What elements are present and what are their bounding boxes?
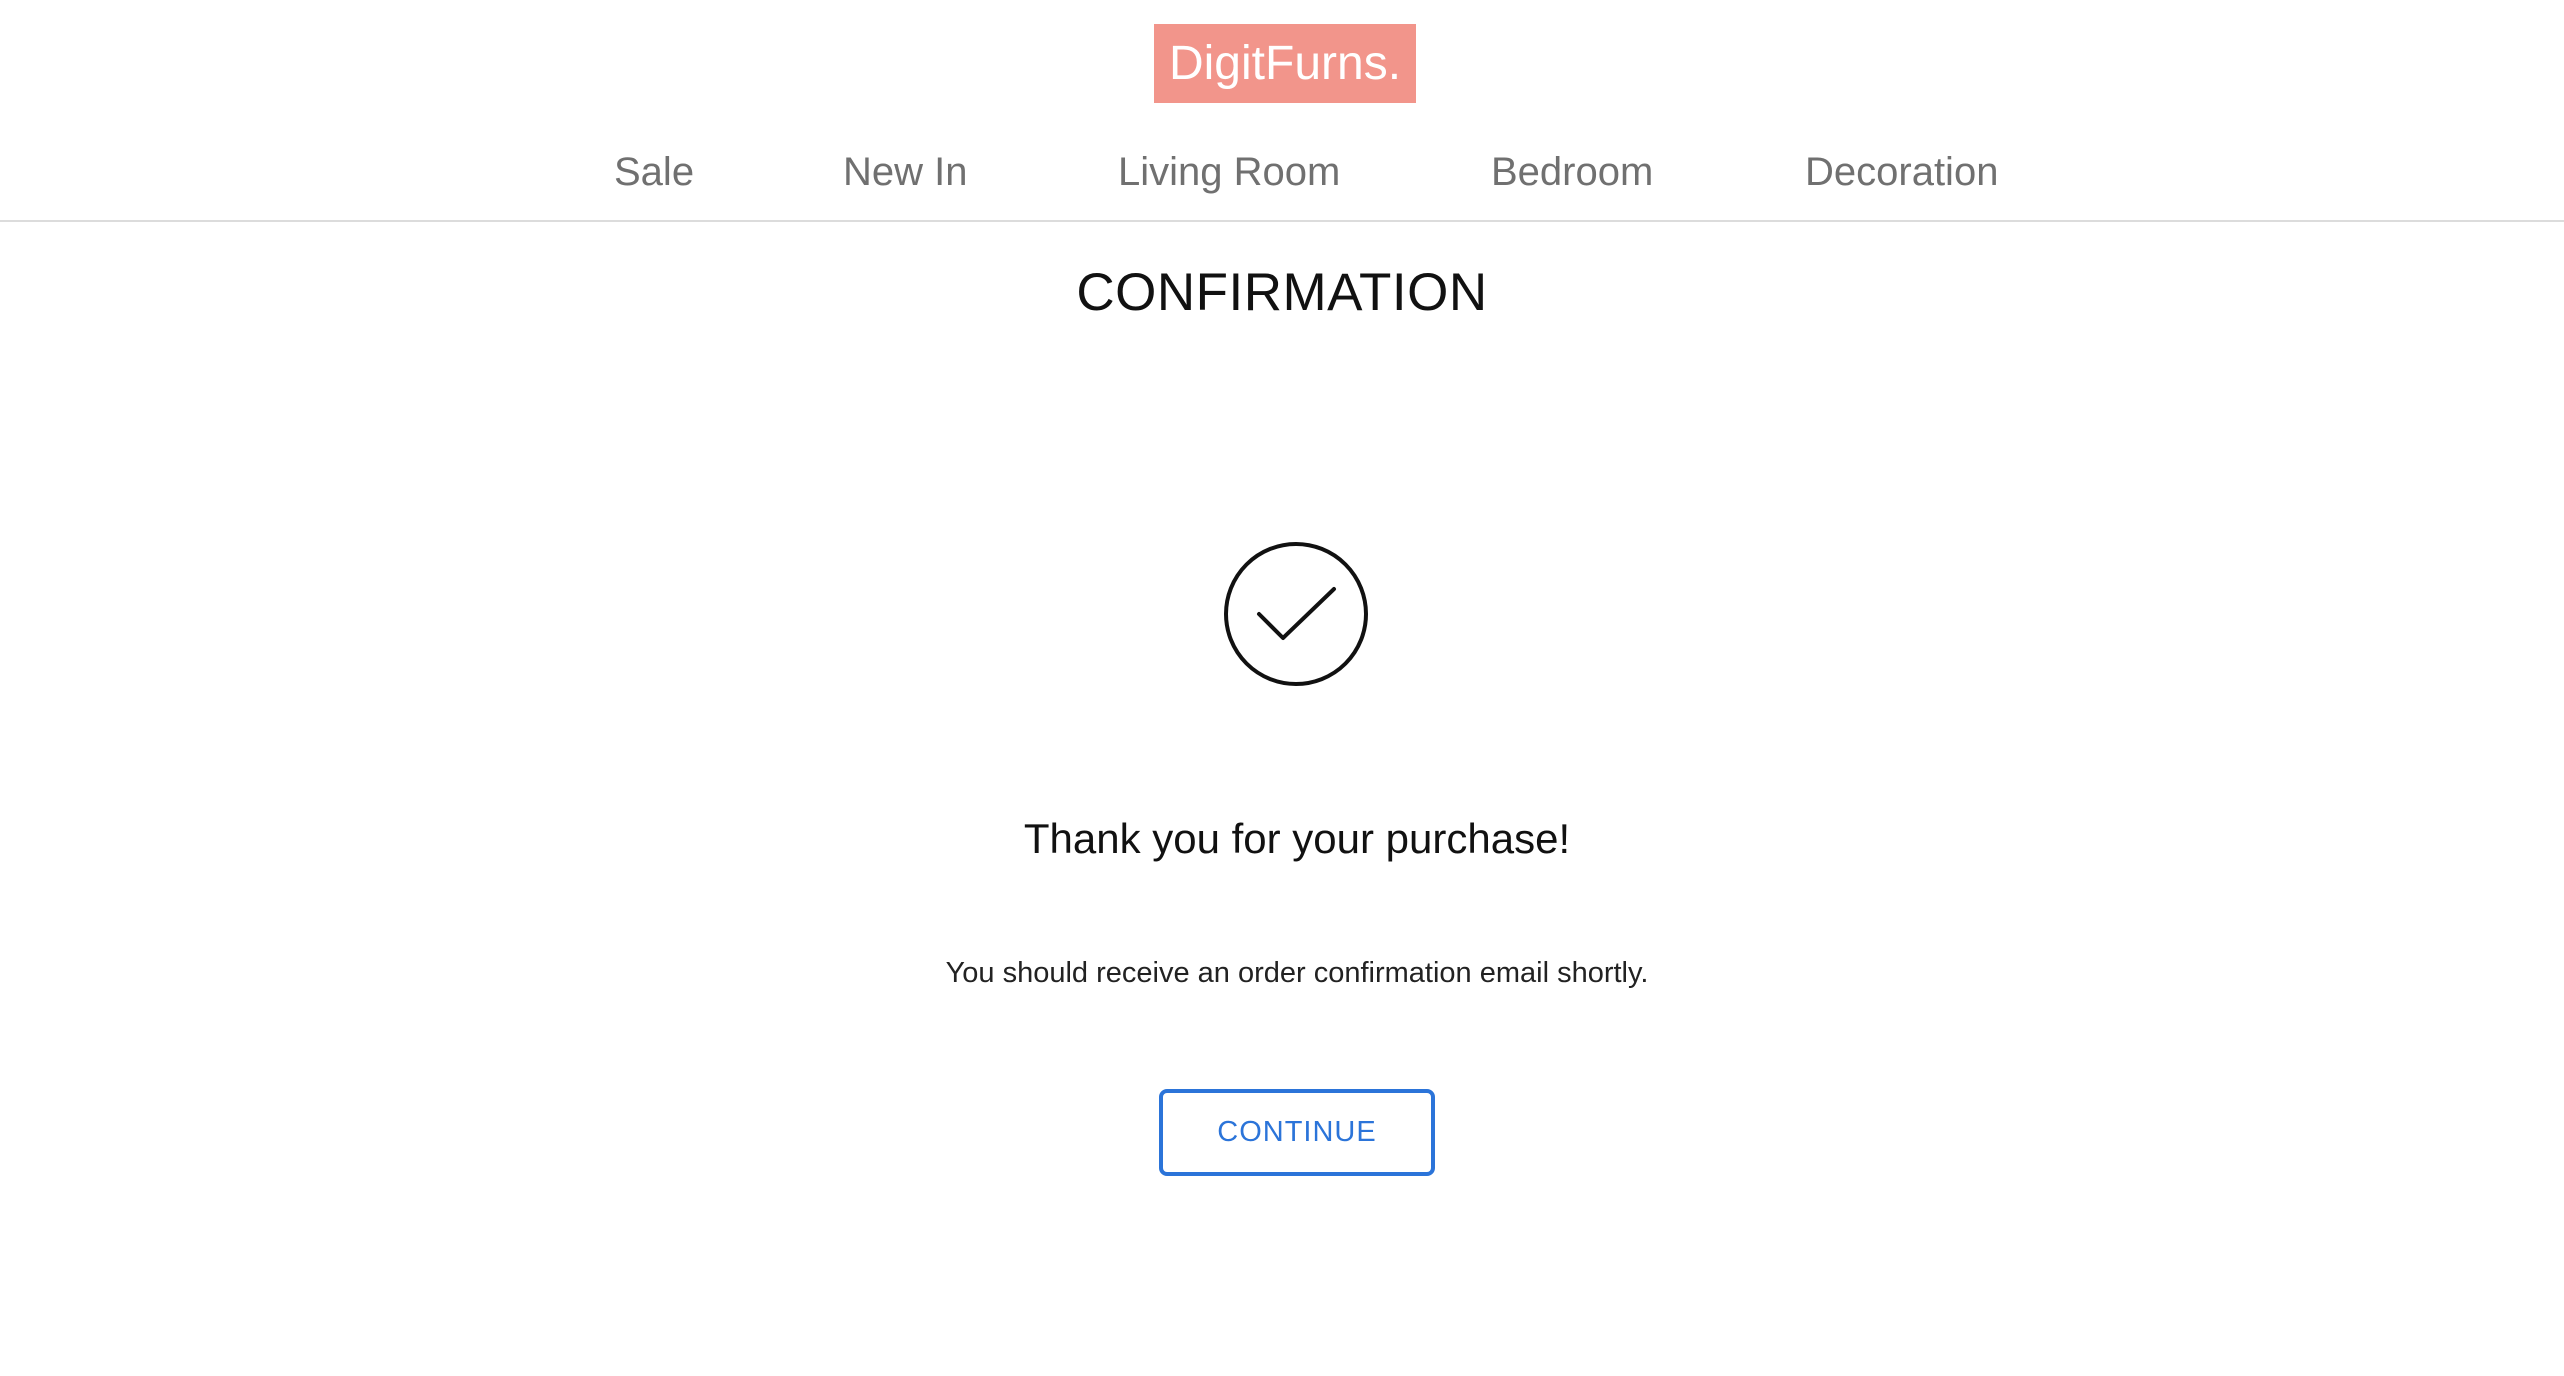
nav-item-sale[interactable]: Sale — [614, 150, 694, 195]
main-nav: Sale New In Living Room Bedroom Decorati… — [0, 140, 2564, 220]
thank-you-message: Thank you for your purchase! — [1023, 815, 1571, 862]
continue-button[interactable]: CONTINUE — [1159, 1089, 1435, 1176]
nav-item-bedroom[interactable]: Bedroom — [1491, 150, 1653, 195]
check-circle-icon — [1223, 541, 1369, 687]
nav-item-living-room[interactable]: Living Room — [1118, 150, 1340, 195]
confirmation-page: DigitFurns. Sale New In Living Room Bedr… — [0, 0, 2564, 1376]
nav-item-decoration[interactable]: Decoration — [1805, 150, 1998, 195]
nav-item-new-in[interactable]: New In — [843, 150, 968, 195]
header-divider — [0, 220, 2564, 222]
page-title: CONFIRMATION — [1076, 263, 1488, 322]
brand-logo[interactable]: DigitFurns. — [1154, 24, 1416, 103]
confirmation-email-note: You should receive an order confirmation… — [945, 957, 1649, 989]
